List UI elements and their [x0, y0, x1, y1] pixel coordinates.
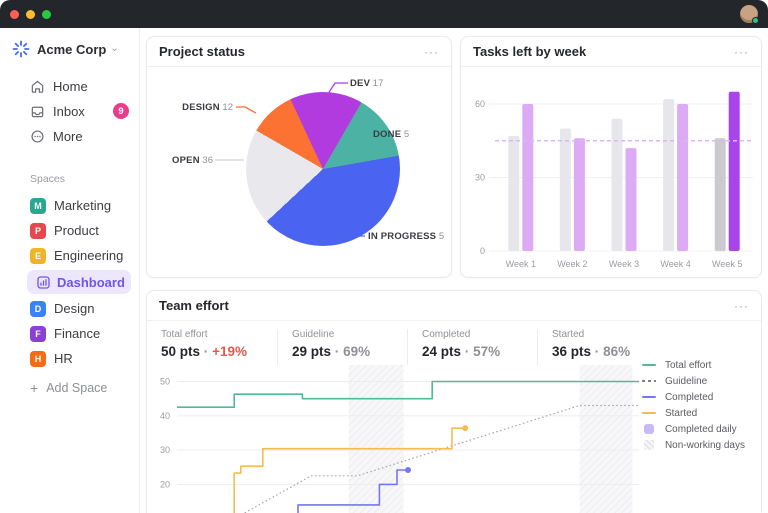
legend-item-completed: Completed	[641, 389, 745, 405]
app-window: Acme Corp ⌄ Home Inbox 9 More Spaces	[0, 0, 768, 513]
inbox-icon	[30, 104, 45, 119]
sidebar-item-label: Home	[53, 79, 88, 94]
card-menu-icon[interactable]: ···	[734, 46, 749, 58]
project-status-card: Project status ··· DEV 17 DO	[146, 36, 452, 278]
svg-text:0: 0	[480, 246, 485, 256]
card-menu-icon[interactable]: ···	[424, 46, 439, 58]
space-label: Product	[54, 223, 99, 238]
svg-text:60: 60	[475, 99, 485, 109]
space-avatar: H	[30, 351, 46, 367]
svg-text:Week 3: Week 3	[609, 259, 639, 269]
space-avatar: E	[30, 248, 46, 264]
sidebar-item-dashboard[interactable]: Dashboard	[27, 270, 131, 294]
completed-line-swatch-icon	[641, 396, 657, 398]
legend-item-started: Started	[641, 405, 745, 421]
legend-item-guideline: Guideline	[641, 373, 745, 389]
dashboard-chart-icon	[37, 276, 50, 289]
svg-text:40: 40	[160, 411, 170, 421]
tasks-left-card: Tasks left by week ··· 0 30 60 Week 1 Week 2…	[460, 36, 762, 278]
space-label: Engineering	[54, 248, 123, 263]
pie-label-design: DESIGN 12	[175, 102, 233, 113]
svg-text:30: 30	[160, 445, 170, 455]
sidebar-item-label: More	[53, 129, 83, 144]
space-label: Marketing	[54, 198, 111, 213]
home-icon	[30, 79, 45, 94]
tasks-bar-chart[interactable]: 0 30 60 Week 1 Week 2 Week 3 Week 4 Week 5	[461, 69, 761, 279]
plus-icon: +	[30, 380, 38, 396]
svg-text:30: 30	[475, 173, 485, 183]
legend-item-non-working-days: Non-working days	[641, 437, 745, 453]
space-avatar: M	[30, 198, 46, 214]
space-avatar: F	[30, 326, 46, 342]
legend-item-completed-daily: Completed daily	[641, 421, 745, 437]
space-label: Finance	[54, 326, 100, 341]
inbox-unread-badge: 9	[113, 103, 129, 119]
card-title: Team effort	[159, 298, 229, 313]
sidebar-item-label: Dashboard	[57, 275, 125, 290]
started-line-swatch-icon	[641, 412, 657, 414]
svg-text:50: 50	[160, 377, 170, 387]
chevron-down-icon: ⌄	[110, 44, 118, 54]
legend-item-total-effort: Total effort	[641, 357, 745, 373]
card-title: Project status	[159, 44, 245, 59]
space-avatar: P	[30, 223, 46, 239]
pie-label-dev: DEV 17	[350, 78, 383, 89]
total-effort-line-swatch-icon	[641, 364, 657, 366]
team-effort-card: Team effort ··· Total effort 50 pts · +1…	[146, 290, 762, 513]
online-status-dot	[752, 17, 759, 24]
close-window-button[interactable]	[10, 10, 19, 19]
workspace-logo-icon	[12, 40, 30, 58]
project-status-pie[interactable]	[246, 92, 400, 246]
pie-label-open: OPEN 36	[167, 155, 213, 166]
user-avatar[interactable]	[740, 5, 758, 23]
titlebar	[0, 0, 768, 28]
pie-chart-area: DEV 17 DONE 5 IN PROGRESS 5 OPEN 36 DESI…	[147, 67, 451, 278]
sidebar-item-inbox[interactable]: Inbox 9	[0, 99, 139, 124]
space-label: HR	[54, 351, 73, 366]
guideline-dash-swatch-icon	[641, 380, 657, 382]
minimize-window-button[interactable]	[26, 10, 35, 19]
pie-label-done: DONE 5	[373, 129, 409, 140]
sidebar-item-home[interactable]: Home	[0, 74, 139, 99]
non-working-days-hatch-swatch-icon	[641, 440, 657, 450]
stat-guideline: Guideline 29 pts · 69%	[277, 329, 407, 365]
pie-label-in-progress: IN PROGRESS 5	[368, 231, 444, 242]
sidebar-item-label: Inbox	[53, 104, 85, 119]
main-content: Project status ··· DEV 17 DO	[140, 28, 768, 513]
chart-legend: Total effort Guideline Completed St	[641, 357, 745, 453]
sidebar: Acme Corp ⌄ Home Inbox 9 More Spaces	[0, 28, 140, 513]
svg-text:Week 5: Week 5	[712, 259, 742, 269]
space-avatar: D	[30, 301, 46, 317]
workspace-switcher[interactable]: Acme Corp ⌄	[0, 38, 139, 68]
sidebar-item-hr[interactable]: H HR	[0, 346, 139, 371]
completed-daily-square-swatch-icon	[641, 424, 657, 434]
workspace-name: Acme Corp	[37, 42, 106, 57]
bar-chart-area: 0 30 60 Week 1 Week 2 Week 3 Week 4 Week 5	[461, 67, 761, 284]
svg-text:20: 20	[160, 479, 170, 489]
sidebar-item-finance[interactable]: F Finance	[0, 321, 139, 346]
team-effort-line-chart[interactable]: 50 40 30 20	[147, 365, 647, 513]
svg-text:Week 1: Week 1	[506, 259, 536, 269]
sidebar-item-marketing[interactable]: M Marketing	[0, 193, 139, 218]
add-space-label: Add Space	[46, 381, 107, 395]
space-label: Design	[54, 301, 94, 316]
stat-total-effort: Total effort 50 pts · +19%	[147, 329, 277, 365]
more-circle-icon	[30, 129, 45, 144]
sidebar-item-engineering[interactable]: E Engineering	[0, 243, 139, 268]
sidebar-nav: Home Inbox 9 More	[0, 68, 139, 149]
svg-text:Week 2: Week 2	[557, 259, 587, 269]
sidebar-item-product[interactable]: P Product	[0, 218, 139, 243]
svg-text:Week 4: Week 4	[660, 259, 690, 269]
maximize-window-button[interactable]	[42, 10, 51, 19]
spaces-section-label: Spaces	[0, 149, 139, 193]
sidebar-item-design[interactable]: D Design	[0, 296, 139, 321]
add-space-button[interactable]: + Add Space	[0, 375, 139, 400]
card-title: Tasks left by week	[473, 44, 586, 59]
stat-completed: Completed 24 pts · 57%	[407, 329, 537, 365]
card-menu-icon[interactable]: ···	[734, 300, 749, 312]
sidebar-item-more[interactable]: More	[0, 124, 139, 149]
